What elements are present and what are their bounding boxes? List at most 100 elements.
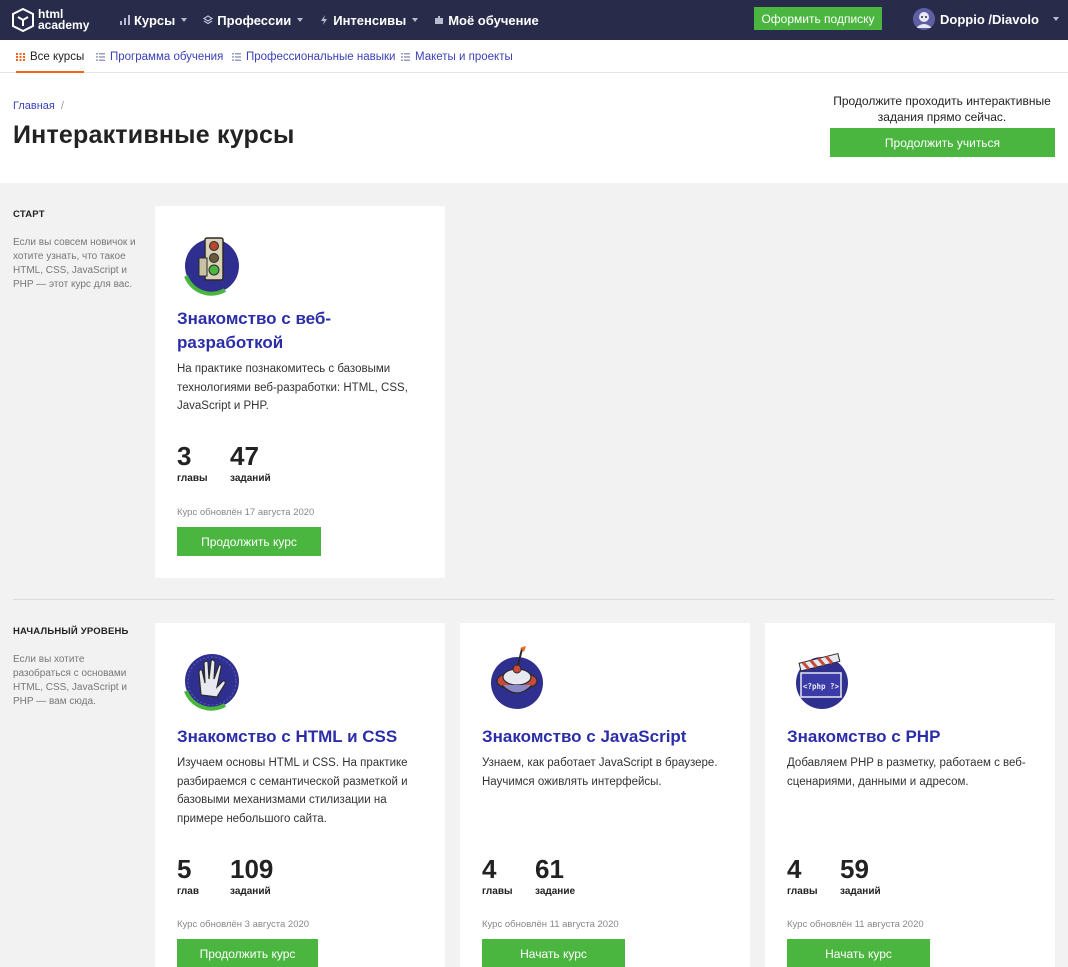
course-title[interactable]: Знакомство с HTML и CSS bbox=[177, 725, 437, 749]
nav-item-label: Моё обучение bbox=[448, 12, 539, 28]
chapters-label: главы bbox=[787, 886, 818, 897]
chapters-label: главы bbox=[177, 473, 208, 484]
spinning-top-icon bbox=[491, 646, 543, 709]
course-card-javascript: Знакомство с JavaScript Узнаем, как рабо… bbox=[460, 623, 750, 967]
subscribe-button[interactable]: Оформить подписку bbox=[754, 7, 882, 30]
course-description: Узнаем, как работает JavaScript в браузе… bbox=[482, 757, 718, 788]
user-name: Doppio /Diavolo bbox=[940, 11, 1039, 27]
chevron-down-icon bbox=[1052, 17, 1059, 21]
chapters-stat: 4 главы bbox=[482, 856, 513, 897]
tasks-label: задание bbox=[535, 886, 576, 897]
grid-icon bbox=[16, 52, 25, 61]
chapters-label: глав bbox=[177, 886, 199, 897]
tasks-count: 47 bbox=[230, 441, 259, 471]
nav-item-label: Интенсивы bbox=[333, 12, 407, 28]
continue-course-button[interactable]: Продолжить курс bbox=[177, 939, 318, 967]
course-updated-date: Курс обновлён 11 августа 2020 bbox=[787, 919, 924, 930]
course-updated-date: Курс обновлён 17 августа 2020 bbox=[177, 507, 315, 518]
section-description: Если вы совсем новичок и хотите узнать, … bbox=[13, 237, 136, 290]
nav-item-label: Курсы bbox=[134, 12, 176, 28]
list-icon bbox=[96, 52, 105, 61]
logo-text-line2: academy bbox=[38, 18, 90, 32]
course-card-web-dev: Знакомство с веб-разработкой На практике… bbox=[155, 206, 445, 578]
course-updated-date: Курс обновлён 11 августа 2020 bbox=[482, 919, 619, 930]
chevron-down-icon bbox=[181, 18, 188, 22]
course-card-html-css: Знакомство с HTML и CSS Изучаем основы H… bbox=[155, 623, 445, 967]
list-icon bbox=[401, 52, 410, 61]
tasks-count: 61 bbox=[535, 854, 564, 884]
course-card-php: <?php ?> Знакомство с PHP Добавляем PHP … bbox=[765, 623, 1055, 967]
chapters-count: 4 bbox=[482, 854, 497, 884]
tasks-count: 59 bbox=[840, 854, 869, 884]
promo-text: Продолжите проходить интерактивные задан… bbox=[833, 94, 1051, 124]
start-course-button[interactable]: Начать курс bbox=[482, 939, 625, 967]
course-title[interactable]: Знакомство с PHP bbox=[787, 725, 1047, 749]
puzzle-icon bbox=[435, 16, 444, 24]
user-menu[interactable]: Doppio /Diavolo bbox=[913, 7, 1059, 31]
tasks-count: 109 bbox=[230, 854, 274, 884]
sub-navigation: Все курсы Программа обучения Профессиона… bbox=[0, 40, 1068, 73]
breadcrumb-home-link[interactable]: Главная bbox=[13, 100, 55, 112]
tasks-stat: 47 заданий bbox=[230, 443, 271, 484]
section-divider bbox=[13, 599, 1055, 600]
tasks-label: заданий bbox=[230, 886, 271, 897]
section-label-beginner: НАЧАЛЬНЫЙ УРОВЕНЬ bbox=[13, 626, 129, 637]
tab-label: Макеты и проекты bbox=[415, 50, 513, 63]
chapters-stat: 4 главы bbox=[787, 856, 818, 897]
nav-item-my-learning[interactable]: Моё обучение bbox=[434, 13, 539, 28]
tasks-stat: 59 заданий bbox=[840, 856, 881, 897]
nav-item-intensives[interactable]: Интенсивы bbox=[319, 12, 419, 28]
chapters-count: 4 bbox=[787, 854, 802, 884]
course-title[interactable]: Знакомство с JavaScript bbox=[482, 725, 742, 749]
chevron-down-icon bbox=[412, 18, 419, 22]
course-description: Добавляем PHP в разметку, работаем с веб… bbox=[787, 757, 1026, 788]
page-title: Интерактивные курсы bbox=[13, 121, 295, 149]
course-title[interactable]: Знакомство с веб-разработкой bbox=[177, 307, 377, 355]
tab-curriculum[interactable]: Программа обучения bbox=[96, 40, 223, 73]
tab-label: Программа обучения bbox=[110, 50, 224, 63]
main-nav: Курсы Профессии Интенсивы Моё обучение bbox=[120, 0, 555, 40]
chapters-count: 5 bbox=[177, 854, 192, 884]
top-navigation-bar: html academy Курсы Профессии Интенсивы М… bbox=[0, 0, 1068, 40]
breadcrumb-separator: / bbox=[60, 100, 64, 112]
section-description: Если вы хотите разобраться с основами HT… bbox=[13, 654, 127, 707]
chapters-stat: 5 глав bbox=[177, 856, 199, 897]
lightning-icon bbox=[321, 15, 328, 25]
traffic-light-icon bbox=[184, 237, 239, 296]
chevron-down-icon bbox=[297, 18, 304, 22]
start-course-button[interactable]: Начать курс bbox=[787, 939, 930, 967]
chapters-count: 3 bbox=[177, 441, 192, 471]
course-updated-date: Курс обновлён 3 августа 2020 bbox=[177, 919, 310, 930]
logo-icon bbox=[12, 8, 34, 32]
continue-learning-button[interactable]: Продолжить учиться bbox=[830, 128, 1055, 157]
list-icon bbox=[232, 52, 241, 61]
nav-item-professions[interactable]: Профессии bbox=[203, 12, 304, 28]
nav-item-label: Профессии bbox=[217, 12, 292, 28]
course-description: На практике познакомитесь с базовыми тех… bbox=[177, 363, 408, 412]
avatar bbox=[913, 8, 935, 30]
continue-course-button[interactable]: Продолжить курс bbox=[177, 527, 321, 556]
nav-item-courses[interactable]: Курсы bbox=[120, 12, 188, 28]
php-tag-label: <?php ?> bbox=[803, 682, 840, 691]
tab-professional-skills[interactable]: Профессиональные навыки bbox=[232, 40, 395, 73]
avatar-image-icon bbox=[913, 8, 935, 30]
tasks-label: заданий bbox=[230, 473, 271, 484]
breadcrumb: Главная / bbox=[13, 100, 64, 112]
tasks-stat: 109 заданий bbox=[230, 856, 273, 897]
course-description: Изучаем основы HTML и CSS. На практике р… bbox=[177, 757, 408, 825]
tab-label: Профессиональные навыки bbox=[246, 50, 396, 63]
bar-chart-icon bbox=[120, 15, 130, 25]
tab-layouts-projects[interactable]: Макеты и проекты bbox=[401, 40, 513, 73]
chapters-label: главы bbox=[482, 886, 513, 897]
page-header: Главная / Интерактивные курсы Продолжите … bbox=[0, 73, 1068, 183]
tab-label: Все курсы bbox=[30, 50, 85, 63]
tasks-label: заданий bbox=[840, 886, 881, 897]
tab-all-courses[interactable]: Все курсы bbox=[16, 40, 85, 73]
clapperboard-icon: <?php ?> bbox=[796, 652, 848, 709]
tasks-stat: 61 задание bbox=[535, 856, 575, 897]
logo[interactable]: html academy bbox=[12, 5, 89, 35]
vulcan-hand-icon bbox=[184, 654, 239, 711]
chapters-stat: 3 главы bbox=[177, 443, 208, 484]
layers-icon bbox=[203, 15, 214, 25]
section-label-start: СТАРТ bbox=[13, 209, 45, 220]
